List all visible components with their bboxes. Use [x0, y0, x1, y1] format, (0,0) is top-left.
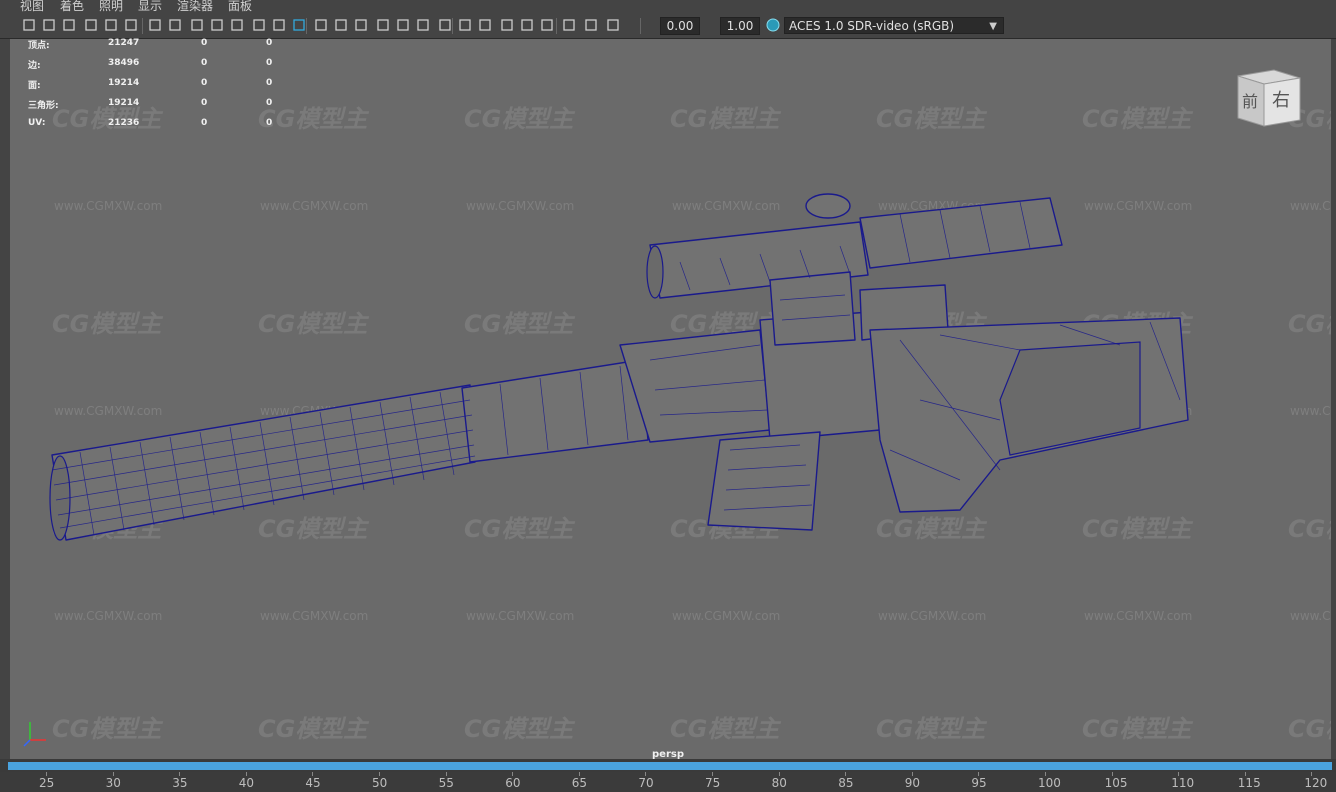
time-slider[interactable]: 25 30 35 40 45 50 55 60 65 70 75 80 85 90 95 100 105 110 1…: [0, 772, 1336, 792]
timeline-tick: [1045, 772, 1046, 776]
hud-label: 边:: [28, 61, 41, 71]
timeline-tick: [46, 772, 47, 776]
view-cube[interactable]: 前 右: [1228, 68, 1306, 128]
timeline-tick: [445, 772, 447, 776]
hud-label: UV:: [28, 118, 46, 128]
viewcube-right-label[interactable]: 右: [1272, 86, 1290, 112]
timeline-tick-label: 105: [1104, 776, 1128, 790]
timeline-tick: [778, 772, 780, 776]
timeline-tick: [179, 772, 181, 776]
axis-gizmo: [22, 718, 52, 752]
timeline-tick-label: 45: [305, 776, 321, 790]
timeline-tick: [1311, 772, 1313, 776]
hud-v1: 38496: [108, 58, 140, 68]
hud-v2: 0: [201, 98, 208, 108]
hud-v3: 0: [266, 118, 273, 128]
timeline-tick-label: 60: [505, 776, 521, 790]
timeline-tick-label: 100: [1038, 776, 1061, 790]
timeline-tick: [1178, 772, 1180, 776]
timeline-tick-label: 110: [1171, 776, 1195, 790]
hud-label: 面:: [28, 81, 41, 91]
timeline-tick: [512, 772, 514, 776]
hud-v2: 0: [201, 78, 208, 88]
hud-v1: 19214: [108, 98, 140, 108]
timeline-tick: [578, 772, 580, 776]
camera-label: persp: [652, 749, 684, 760]
timeline-range-bar[interactable]: [8, 762, 1332, 770]
timeline-tick-label: 35: [172, 776, 188, 790]
viewcube-front-label[interactable]: 前: [1242, 88, 1258, 112]
timeline-tick-label: 55: [438, 776, 454, 790]
hud-v3: 0: [266, 38, 273, 48]
timeline-tick-label: 85: [838, 776, 854, 790]
hud-v3: 0: [266, 98, 273, 108]
timeline-tick-label: 40: [238, 776, 255, 790]
timeline-tick-label: 65: [571, 776, 588, 790]
hud-v2: 0: [201, 38, 208, 48]
timeline-tick: [978, 772, 980, 776]
timeline-tick: [645, 772, 647, 776]
timeline-tick: [712, 772, 713, 776]
hud-v2: 0: [201, 58, 208, 68]
timeline-tick-label: 25: [39, 776, 55, 790]
timeline-tick: [911, 772, 913, 776]
hud-label: 顶点:: [28, 41, 50, 51]
timeline-tick: [312, 772, 314, 776]
timeline-tick-label: 115: [1237, 776, 1261, 790]
timeline-tick-label: 70: [638, 776, 654, 790]
hud-v3: 0: [266, 58, 273, 68]
timeline-tick-label: 95: [971, 776, 987, 790]
timeline-tick-label: 80: [771, 776, 787, 790]
hud-v1: 19214: [108, 78, 140, 88]
timeline-tick-label: 75: [705, 776, 721, 790]
timeline-tick: [245, 772, 247, 776]
timeline-tick: [845, 772, 847, 776]
timeline-tick-label: 120: [1304, 776, 1328, 790]
timeline-tick: [379, 772, 380, 776]
timeline-tick: [1111, 772, 1113, 776]
hud-v2: 0: [201, 118, 208, 128]
hud-v1: 21247: [108, 38, 140, 48]
timeline-tick: [112, 772, 114, 776]
hud-label: 三角形:: [28, 101, 59, 111]
hud-v3: 0: [266, 78, 273, 88]
timeline-tick-label: 50: [372, 776, 388, 790]
timeline-tick: [1244, 772, 1246, 776]
timeline-tick-label: 30: [105, 776, 121, 790]
hud-v1: 21236: [108, 118, 140, 128]
timeline-tick-label: 90: [904, 776, 921, 790]
